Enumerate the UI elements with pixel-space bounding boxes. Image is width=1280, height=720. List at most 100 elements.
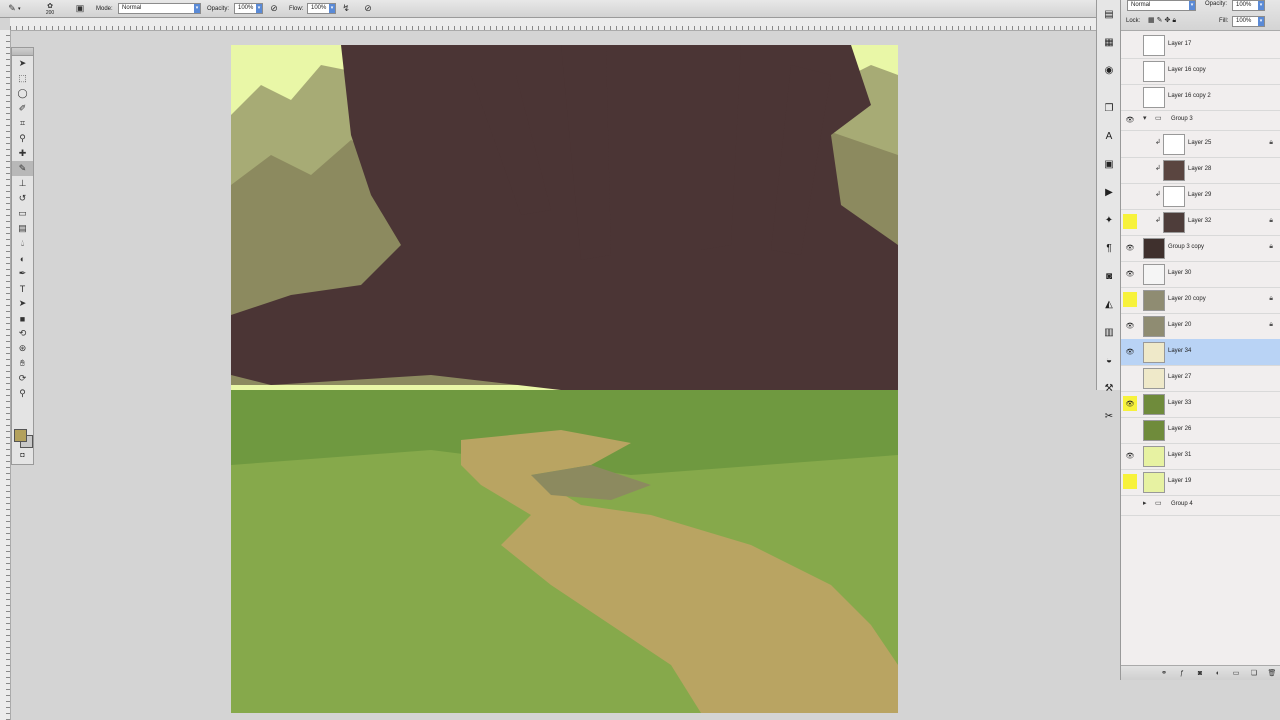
trash-icon[interactable]: 🗑︎ [1263, 669, 1280, 677]
info-icon[interactable]: ◉ [1097, 56, 1121, 84]
healing-icon[interactable]: ✚ [12, 146, 33, 161]
visibility-toggle[interactable] [1123, 89, 1137, 104]
brush-size-picker[interactable]: ✿ 200 [44, 0, 56, 17]
layer-row[interactable]: Layer 27 [1121, 365, 1280, 392]
layer-row[interactable]: Layer 16 copy [1121, 58, 1280, 85]
layer-row[interactable]: ↲ Layer 32 🔒︎ [1121, 209, 1280, 236]
layer-row[interactable]: Layer 16 copy 2 [1121, 84, 1280, 111]
visibility-toggle[interactable] [1123, 214, 1137, 229]
toolbox-header[interactable] [12, 48, 33, 56]
dodge-icon[interactable]: ◐ [12, 251, 33, 266]
brush-panel-toggle[interactable]: ▣ [74, 0, 86, 17]
eye-icon[interactable]: 👁︎ [1123, 344, 1137, 359]
zoom-icon[interactable]: ⚲ [12, 386, 33, 401]
styles-icon[interactable]: ✦ [1097, 206, 1121, 234]
eye-icon[interactable]: 👁︎ [1123, 112, 1137, 127]
character-icon[interactable]: A [1097, 122, 1121, 150]
layer-row[interactable]: Layer 19 [1121, 469, 1280, 496]
brushes-icon[interactable]: ✂ [1097, 402, 1121, 430]
paragraph-icon[interactable]: ¶ [1097, 234, 1121, 262]
layer-row[interactable]: Layer 26 [1121, 417, 1280, 444]
lock-options[interactable]: ▦✎✥🔒︎ [1148, 16, 1178, 25]
blur-icon[interactable]: 💧︎ [12, 236, 33, 251]
disclosure-triangle-closed-icon[interactable]: ▸ [1143, 499, 1147, 507]
crop-icon[interactable]: ⌗ [12, 116, 33, 131]
rotate-view-icon[interactable]: ⟳ [12, 371, 33, 386]
eye-icon[interactable]: 👁︎ [1123, 448, 1137, 463]
new-layer-icon[interactable]: ❏ [1245, 669, 1263, 677]
airbrush-button[interactable]: ↯ [340, 0, 352, 17]
type-icon[interactable]: T [12, 281, 33, 296]
fx-icon[interactable]: ƒ [1173, 670, 1191, 677]
gradient-icon[interactable]: ▤ [12, 221, 33, 236]
layer-row[interactable]: 👁︎ Layer 20 🔒︎ [1121, 313, 1280, 340]
visibility-toggle[interactable] [1123, 188, 1137, 203]
lasso-icon[interactable]: ◯ [12, 86, 33, 101]
visibility-toggle[interactable] [1123, 474, 1137, 489]
paths-icon[interactable]: ◒ [1097, 346, 1121, 374]
3d-rotate-icon[interactable]: ⟲ [12, 326, 33, 341]
foreground-color-swatch[interactable] [14, 429, 27, 442]
mask-icon[interactable]: ◙ [1191, 670, 1209, 677]
layer-row[interactable]: 👁︎ Layer 30 [1121, 261, 1280, 288]
layer-row[interactable]: 👁︎ Layer 31 [1121, 443, 1280, 470]
eyedropper-icon[interactable]: ⚲ [12, 131, 33, 146]
eraser-icon[interactable]: ▭ [12, 206, 33, 221]
navigator-icon[interactable]: ▣ [1097, 150, 1121, 178]
layer-row[interactable]: 👁︎ Layer 33 [1121, 391, 1280, 418]
layer-opacity-field[interactable]: 100% ▾ [1232, 0, 1265, 11]
quick-mask-icon[interactable]: ◘ [12, 448, 33, 463]
pen-icon[interactable]: ✒ [12, 266, 33, 281]
layer-group-row[interactable]: ▸ ▭ Group 4 [1121, 495, 1280, 516]
disclosure-triangle-open-icon[interactable]: ▾ [1143, 114, 1147, 122]
visibility-toggle[interactable] [1123, 422, 1137, 437]
lock-all-icon[interactable]: 🔒︎ [1172, 17, 1178, 24]
pressure-opacity-button[interactable]: ⊘ [268, 0, 280, 17]
adjustments-icon[interactable]: ◭ [1097, 290, 1121, 318]
layer-group-row[interactable]: 👁︎ ▾ ▭ Group 3 [1121, 110, 1280, 131]
visibility-toggle[interactable] [1123, 162, 1137, 177]
layers-icon[interactable]: ❐ [1097, 94, 1121, 122]
blend-mode-select[interactable]: Normal ▾ [1127, 0, 1196, 11]
masks-icon[interactable]: ◙ [1097, 262, 1121, 290]
history-brush-icon[interactable]: ↺ [12, 191, 33, 206]
flow-field[interactable]: 100% ▾ [307, 3, 336, 14]
move-icon[interactable]: ➤ [12, 56, 33, 71]
brush-icon[interactable]: ✎ [12, 161, 33, 176]
eye-icon[interactable]: 👁︎ [1123, 240, 1137, 255]
eye-icon[interactable]: 👁︎ [1123, 396, 1137, 411]
path-select-icon[interactable]: ➤ [12, 296, 33, 311]
pressure-size-button[interactable]: ⊘ [362, 0, 374, 17]
visibility-toggle[interactable] [1123, 63, 1137, 78]
swatches-icon[interactable]: ▦ [1097, 28, 1121, 56]
document-canvas[interactable] [231, 45, 898, 713]
adjustment-layer-icon[interactable]: ◐ [1209, 670, 1227, 677]
layer-row[interactable]: Layer 17 [1121, 32, 1280, 59]
fill-field[interactable]: 100% ▾ [1232, 16, 1265, 27]
marquee-icon[interactable]: ⬚ [12, 71, 33, 86]
opacity-field[interactable]: 100% ▾ [234, 3, 263, 14]
lock-paint-icon[interactable]: ✎ [1157, 17, 1165, 24]
layer-row[interactable]: ↲ Layer 28 [1121, 157, 1280, 184]
3d-orbit-icon[interactable]: ⊛ [12, 341, 33, 356]
visibility-toggle[interactable] [1123, 370, 1137, 385]
stamp-icon[interactable]: ⊥ [12, 176, 33, 191]
channels-icon[interactable]: ▥ [1097, 318, 1121, 346]
lock-transparent-icon[interactable]: ▦ [1148, 17, 1157, 24]
layer-row[interactable]: ↲ Layer 25 🔒︎ [1121, 131, 1280, 158]
new-group-icon[interactable]: ▭ [1227, 669, 1245, 677]
shape-icon[interactable]: ■ [12, 311, 33, 326]
eye-icon[interactable]: 👁︎ [1123, 266, 1137, 281]
eye-icon[interactable]: 👁︎ [1123, 318, 1137, 333]
visibility-toggle[interactable] [1123, 497, 1137, 512]
layer-row[interactable]: Layer 20 copy 🔒︎ [1121, 287, 1280, 314]
layer-row[interactable]: 👁︎ Layer 34 [1121, 339, 1280, 366]
visibility-toggle[interactable] [1123, 136, 1137, 151]
layer-row[interactable]: 👁︎ Group 3 copy 🔒︎ [1121, 235, 1280, 262]
tool-presets-icon[interactable]: ⚒ [1097, 374, 1121, 402]
layer-row[interactable]: ↲ Layer 29 [1121, 183, 1280, 210]
visibility-toggle[interactable] [1123, 37, 1137, 52]
visibility-toggle[interactable] [1123, 292, 1137, 307]
actions-icon[interactable]: ▶ [1097, 178, 1121, 206]
hand-icon[interactable]: ✋︎ [12, 356, 33, 371]
